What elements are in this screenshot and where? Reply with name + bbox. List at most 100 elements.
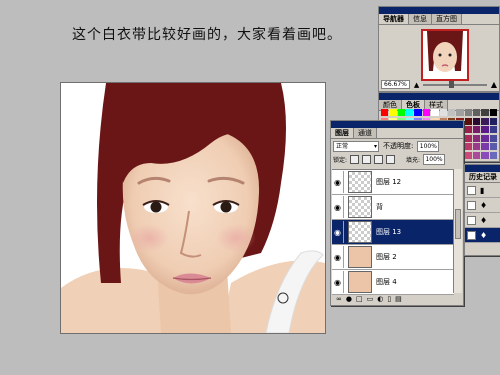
color-swatch[interactable] (464, 126, 472, 133)
history-tabs: 历史记录 (465, 172, 500, 183)
zoom-out-icon[interactable]: ▲ (414, 81, 419, 89)
color-swatch[interactable] (456, 109, 464, 116)
color-swatch[interactable] (464, 109, 472, 116)
navigator-preview[interactable] (421, 29, 469, 81)
color-swatch[interactable] (481, 151, 489, 159)
color-swatch[interactable] (489, 134, 497, 142)
color-swatch[interactable] (489, 151, 497, 159)
color-swatch[interactable] (464, 151, 472, 159)
layer-row[interactable]: ◉ 图层 2 (332, 245, 454, 270)
color-swatch[interactable] (489, 143, 497, 150)
color-swatch[interactable] (447, 109, 456, 116)
navigator-panel: 导航器 信息 直方图 66.67% ▲ ▲ (378, 6, 500, 92)
tab-info[interactable]: 信息 (409, 14, 432, 24)
color-swatch[interactable] (472, 117, 481, 125)
lock-brush-icon[interactable] (362, 155, 372, 164)
blend-mode-select[interactable]: 正常 (333, 140, 379, 152)
history-list: ▮ ♦ ♦ ♦ (465, 183, 500, 243)
color-swatch[interactable] (414, 109, 422, 116)
color-swatch[interactable] (489, 109, 497, 116)
fill-label: 填充: (406, 157, 421, 164)
opacity-label: 不透明度: (383, 142, 414, 150)
tab-history[interactable]: 历史记录 (465, 172, 500, 182)
color-swatch[interactable] (472, 143, 481, 150)
folder-icon[interactable]: ▭ (367, 295, 374, 303)
color-swatch[interactable] (389, 109, 397, 116)
layer-thumbnail (348, 171, 372, 193)
history-step[interactable]: ♦ (465, 213, 500, 228)
panel-titlebar[interactable] (379, 7, 499, 14)
layer-scrollbar[interactable] (453, 169, 462, 293)
history-source-checkbox[interactable] (467, 215, 476, 225)
panel-titlebar[interactable] (379, 93, 499, 100)
color-swatch[interactable] (472, 151, 481, 159)
color-swatch[interactable] (481, 143, 489, 150)
color-swatch[interactable] (406, 109, 414, 116)
layer-name: 图层 2 (376, 253, 397, 261)
color-swatch[interactable] (381, 109, 389, 116)
history-panel: 历史记录 ▮ ♦ ♦ ♦ (464, 164, 500, 256)
history-source-checkbox[interactable] (467, 230, 476, 240)
layer-scrollbar-thumb[interactable] (455, 209, 461, 239)
layer-thumbnail (348, 196, 372, 218)
color-swatch[interactable] (481, 109, 489, 116)
color-swatch[interactable] (481, 134, 489, 142)
eye-icon[interactable]: ◉ (332, 246, 344, 268)
lock-move-icon[interactable] (374, 155, 384, 164)
layer-style-icon[interactable]: ● (346, 295, 352, 303)
color-swatch[interactable] (464, 143, 472, 150)
color-swatch[interactable] (464, 117, 472, 125)
zoom-slider[interactable] (423, 80, 487, 88)
color-swatch[interactable] (472, 109, 481, 116)
history-step[interactable]: ♦ (465, 228, 500, 243)
tab-channels[interactable]: 通道 (354, 128, 377, 138)
color-swatch[interactable] (472, 134, 481, 142)
zoom-slider-knob[interactable] (448, 80, 454, 88)
lock-transparency-icon[interactable] (350, 155, 360, 164)
layer-list: ◉ 图层 12 ◉ 背 ◉ 图层 13 ◉ 图层 2 ◉ 图层 4 (332, 169, 454, 295)
eye-icon[interactable]: ◉ (332, 171, 344, 193)
layers-panel: 图层 通道 正常 不透明度: 100% 锁定: 填充: 100% ◉图层 12◉… (330, 120, 464, 306)
trash-icon[interactable]: ▤ (395, 295, 402, 303)
fill-field[interactable]: 100% (423, 154, 446, 165)
color-swatch[interactable] (489, 126, 497, 133)
opacity-field[interactable]: 100% (417, 140, 440, 152)
eye-icon[interactable]: ◉ (332, 271, 344, 293)
color-swatch[interactable] (464, 134, 472, 142)
history-step[interactable]: ▮ (465, 183, 500, 198)
zoom-level[interactable]: 66.67% (381, 80, 410, 89)
layer-row[interactable]: ◉ 图层 13 (332, 220, 454, 245)
link-icon[interactable]: ∞ (336, 295, 342, 303)
document-canvas[interactable] (60, 82, 326, 334)
navigator-preview-image (423, 31, 467, 79)
zoom-in-icon[interactable]: ▲ (491, 80, 497, 89)
layer-name: 背 (376, 203, 383, 211)
lock-all-icon[interactable] (386, 155, 396, 164)
mask-icon[interactable]: □ (356, 295, 363, 303)
color-swatch[interactable] (431, 109, 439, 116)
panel-titlebar[interactable] (465, 165, 500, 172)
tab-navigator[interactable]: 导航器 (379, 14, 409, 24)
history-source-checkbox[interactable] (467, 200, 476, 210)
color-swatch[interactable] (472, 126, 481, 133)
tab-layers[interactable]: 图层 (331, 128, 354, 138)
color-swatch[interactable] (489, 117, 497, 125)
color-swatch[interactable] (397, 109, 406, 116)
new-layer-icon[interactable]: ▯ (387, 295, 391, 303)
layer-footer-toolbar: ∞ ● □ ▭ ◐ ▯ ▤ (332, 294, 462, 304)
color-swatch[interactable] (422, 109, 431, 116)
history-step[interactable]: ♦ (465, 198, 500, 213)
layer-row[interactable]: ◉ 图层 4 (332, 270, 454, 295)
color-swatch[interactable] (439, 109, 447, 116)
panel-titlebar[interactable] (331, 121, 463, 128)
layer-name: 图层 12 (376, 178, 402, 186)
eye-icon[interactable]: ◉ (332, 221, 344, 243)
adjustment-icon[interactable]: ◐ (377, 295, 383, 303)
eye-icon[interactable]: ◉ (332, 196, 344, 218)
color-swatch[interactable] (481, 126, 489, 133)
tab-histogram[interactable]: 直方图 (432, 14, 462, 24)
color-swatch[interactable] (481, 117, 489, 125)
history-source-checkbox[interactable] (467, 185, 476, 195)
layer-row[interactable]: ◉ 图层 12 (332, 170, 454, 195)
layer-row[interactable]: ◉ 背 (332, 195, 454, 220)
